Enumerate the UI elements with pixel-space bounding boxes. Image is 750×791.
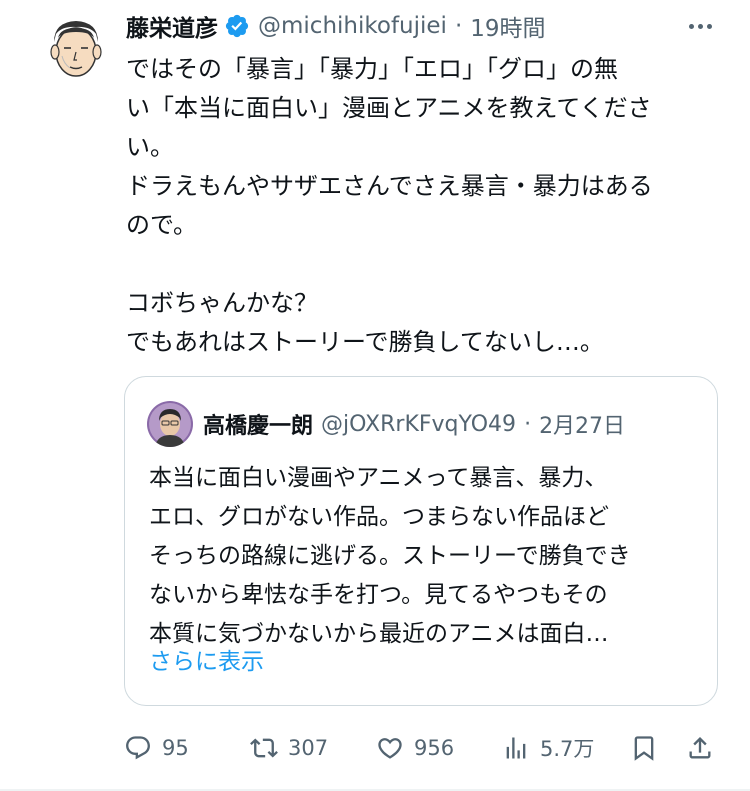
tweet-line (126, 245, 726, 284)
views-button[interactable]: 5.7万 (502, 728, 594, 768)
author-name[interactable]: 藤栄道彦 (126, 9, 218, 43)
views-icon (506, 737, 526, 759)
retweet-count: 307 (288, 736, 329, 760)
tweet-time[interactable]: 19時間 (470, 9, 545, 43)
quoted-date[interactable]: 2月27日 (539, 408, 625, 440)
like-button[interactable]: 956 (376, 728, 454, 768)
quoted-text: 本当に面白い漫画やアニメって暴言、暴力、 エロ、グロがない作品。つまらない作品ほ… (149, 459, 709, 654)
tweet-header: 藤栄道彦 @michihikofujiei · 19時間 (126, 8, 546, 44)
tweet-line: ので。 (126, 211, 198, 239)
quoted-header: 高橋慶一朗 @jOXRrKFvqYO49 · 2月27日 (203, 401, 625, 447)
separator-dot: · (524, 411, 532, 437)
more-icon[interactable] (684, 12, 716, 40)
retweet-button[interactable]: 307 (250, 728, 328, 768)
tweet-line: ドラえもんやサザエさんでさえ暴言・暴力はある (126, 172, 653, 200)
separator-dot: · (454, 13, 463, 39)
show-more-link[interactable]: さらに表示 (149, 643, 264, 682)
quoted-line: エロ、グロがない作品。つまらない作品ほど (149, 504, 609, 530)
reply-icon (126, 736, 150, 760)
quoted-line: そっちの路線に逃げる。ストーリーで勝負でき (149, 543, 631, 569)
retweet-icon (250, 738, 278, 758)
quoted-author-name[interactable]: 高橋慶一朗 (203, 408, 313, 440)
share-button[interactable] (686, 728, 714, 768)
author-avatar[interactable] (40, 12, 112, 84)
tweet-line: い。 (126, 133, 174, 161)
quoted-tweet[interactable]: 高橋慶一朗 @jOXRrKFvqYO49 · 2月27日 本当に面白い漫画やアニ… (124, 376, 718, 706)
bookmark-button[interactable] (630, 728, 658, 768)
tweet-line: い「本当に面白い」漫画とアニメを教えてくださ (126, 94, 652, 122)
quoted-author-avatar[interactable] (147, 401, 193, 447)
bookmark-icon (634, 736, 654, 761)
like-count: 956 (414, 736, 455, 760)
heart-icon (378, 738, 402, 759)
quoted-line: 本当に面白い漫画やアニメって暴言、暴力、 (149, 465, 608, 491)
verified-badge-icon (225, 14, 249, 38)
views-count: 5.7万 (540, 737, 595, 761)
action-bar: 95 307 956 5.7万 (124, 728, 720, 768)
quoted-line: ないから卑怯な手を打つ。見てるやつもその (149, 582, 608, 608)
tweet-line: コボちゃんかな？ (126, 289, 318, 317)
tweet-text: ではその「暴言」「暴力」「エロ」「グロ」の無 い「本当に面白い」漫画とアニメを教… (126, 50, 726, 362)
author-handle[interactable]: @michihikofujiei (258, 13, 447, 39)
tweet-line: ではその「暴言」「暴力」「エロ」「グロ」の無 (126, 55, 618, 83)
tweet-line: でもあれはストーリーで勝負してないし…。 (126, 328, 604, 356)
share-icon (689, 737, 711, 759)
reply-button[interactable]: 95 (124, 728, 189, 768)
reply-count: 95 (162, 736, 189, 760)
quoted-author-handle[interactable]: @jOXRrKFvqYO49 (321, 412, 516, 437)
